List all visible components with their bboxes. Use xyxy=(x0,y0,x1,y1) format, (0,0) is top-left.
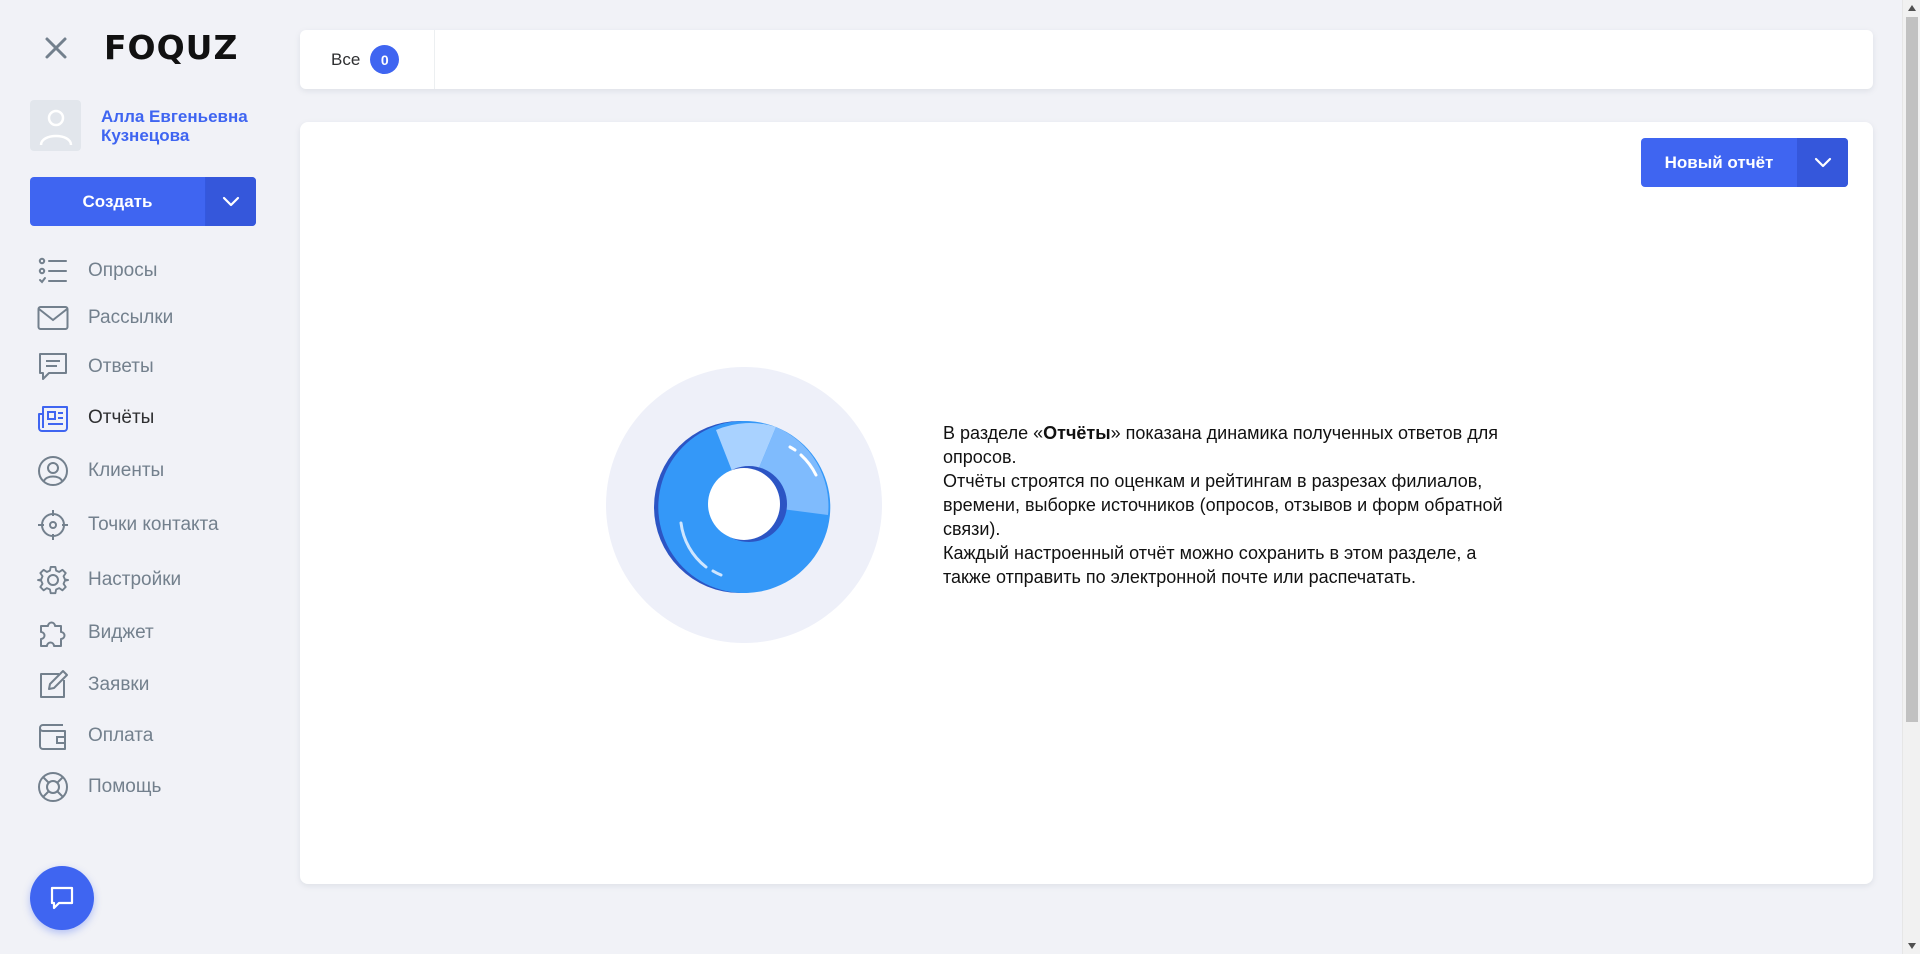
edit-icon xyxy=(36,668,70,702)
nav-label: Опросы xyxy=(88,260,158,281)
list-check-icon xyxy=(36,254,70,288)
gear-icon xyxy=(36,563,70,597)
empty-state-paragraph-2: Отчёты строятся по оценкам и рейтингам в… xyxy=(943,471,1503,539)
tab-label: Все xyxy=(331,49,361,69)
wallet-icon xyxy=(36,719,70,753)
nav-label: Клиенты xyxy=(88,460,165,481)
empty-state-paragraph-1: В разделе «Отчёты» показана динамика пол… xyxy=(943,423,1498,467)
page-scrollbar[interactable] xyxy=(1902,0,1920,954)
nav-item-help[interactable]: Помощь xyxy=(36,769,161,805)
nav-label: Точки контакта xyxy=(88,514,219,535)
nav-item-widget[interactable]: Виджет xyxy=(36,615,154,651)
new-report-button[interactable]: Новый отчёт xyxy=(1641,138,1848,187)
lifebuoy-icon xyxy=(36,770,70,804)
support-chat-button[interactable] xyxy=(30,866,94,930)
empty-state-illustration xyxy=(606,367,882,643)
empty-state-text: В разделе «Отчёты» показана динамика пол… xyxy=(943,421,1523,589)
donut-chart-icon xyxy=(606,367,882,643)
nav-label: Помощь xyxy=(88,776,162,797)
nav-label: Виджет xyxy=(88,622,154,643)
chevron-down-icon xyxy=(222,196,240,206)
app-logo[interactable]: FOQUZ xyxy=(104,28,238,67)
nav-item-answers[interactable]: Ответы xyxy=(36,349,154,385)
user-name[interactable]: Алла Евгеньевна Кузнецова xyxy=(101,107,251,145)
create-dropdown-toggle[interactable] xyxy=(205,177,256,226)
count-badge: 0 xyxy=(370,45,400,74)
user-placeholder-icon xyxy=(39,109,72,145)
report-icon xyxy=(36,401,70,435)
nav-label: Ответы xyxy=(88,356,154,377)
nav-item-clients[interactable]: Клиенты xyxy=(36,453,164,489)
tab-all[interactable]: Все 0 xyxy=(300,30,435,89)
nav-label: Рассылки xyxy=(88,307,174,328)
scroll-down-arrow[interactable] xyxy=(1903,938,1920,954)
close-menu-button[interactable] xyxy=(38,30,74,66)
report-tabs-bar: Все 0 xyxy=(300,30,1873,89)
nav-item-touchpoints[interactable]: Точки контакта xyxy=(36,507,219,543)
nav-label: Отчёты xyxy=(88,407,155,428)
target-icon xyxy=(36,508,70,542)
puzzle-icon xyxy=(36,616,70,650)
close-icon xyxy=(45,37,67,59)
empty-state-paragraph-3: Каждый настроенный отчёт можно сохранить… xyxy=(943,543,1477,587)
mail-icon xyxy=(36,301,70,335)
new-report-dropdown-toggle[interactable] xyxy=(1797,138,1848,187)
message-icon xyxy=(36,350,70,384)
avatar[interactable] xyxy=(30,100,81,151)
nav-item-requests[interactable]: Заявки xyxy=(36,667,149,703)
nav-item-surveys[interactable]: Опросы xyxy=(36,253,157,289)
nav-item-reports[interactable]: Отчёты xyxy=(36,400,154,436)
chat-icon xyxy=(50,886,74,910)
reports-panel: Новый отчёт В разделе «Отчёты» показана … xyxy=(300,122,1873,884)
chevron-down-icon xyxy=(1814,157,1831,167)
create-button-label[interactable]: Создать xyxy=(30,177,205,226)
sidebar: FOQUZ Алла Евгеньевна Кузнецова Создать xyxy=(0,0,280,954)
nav-item-payment[interactable]: Оплата xyxy=(36,718,153,754)
arrow-up-icon xyxy=(1908,5,1916,11)
user-profile[interactable]: Алла Евгеньевна Кузнецова xyxy=(30,100,251,151)
nav-label: Оплата xyxy=(88,725,154,746)
nav-item-settings[interactable]: Настройки xyxy=(36,562,181,598)
nav-item-mailings[interactable]: Рассылки xyxy=(36,300,173,336)
create-button[interactable]: Создать xyxy=(30,177,256,226)
user-circle-icon xyxy=(36,454,70,488)
nav-label: Заявки xyxy=(88,674,150,695)
new-report-button-label[interactable]: Новый отчёт xyxy=(1641,138,1797,187)
scrollbar-thumb[interactable] xyxy=(1906,17,1918,722)
nav-label: Настройки xyxy=(88,569,182,590)
arrow-down-icon xyxy=(1908,943,1916,949)
scroll-up-arrow[interactable] xyxy=(1903,0,1920,16)
